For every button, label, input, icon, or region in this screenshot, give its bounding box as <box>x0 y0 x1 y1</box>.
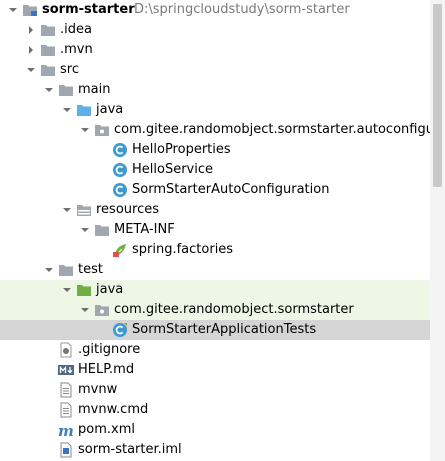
folder-icon <box>94 222 110 238</box>
svg-text:m: m <box>58 422 74 438</box>
tree-item-main[interactable]: main <box>0 80 430 100</box>
tree-item-meta-inf[interactable]: META-INF <box>0 220 430 240</box>
scrollbar-thumb[interactable] <box>433 4 442 187</box>
markdown-file-icon <box>58 362 74 378</box>
java-class-icon <box>112 142 128 158</box>
package-icon <box>94 122 110 138</box>
tree-item-gitignore[interactable]: .gitignore <box>0 340 430 360</box>
java-class-icon <box>112 162 128 178</box>
text-file-icon <box>58 402 74 418</box>
folder-icon <box>40 22 56 38</box>
tree-item-label: pom.xml <box>78 422 135 437</box>
tree-item-label: src <box>60 62 79 77</box>
tree-item-label: HelloService <box>132 162 213 177</box>
chevron-down-icon[interactable] <box>26 65 36 75</box>
tree-item-label: spring.factories <box>132 242 234 257</box>
source-root-folder-icon <box>76 102 92 118</box>
folder-icon <box>40 42 56 58</box>
tree-item-label: .mvn <box>60 42 93 57</box>
tree-item-label: java <box>96 282 124 297</box>
tree-item-sorm-starter[interactable]: sorm-starter D:\springcloudstudy\sorm-sta… <box>0 0 430 20</box>
chevron-down-icon[interactable] <box>44 265 54 275</box>
tree-item-sorm-starter-application-tests[interactable]: SormStarterApplicationTests <box>0 320 430 340</box>
tree-item-label: java <box>96 102 124 117</box>
tree-item-label: .idea <box>60 22 92 37</box>
tree-item-label: com.gitee.randomobject.sormstarter.autoc… <box>114 122 445 137</box>
tree-item-src[interactable]: src <box>0 60 430 80</box>
tree-item-main-java[interactable]: java <box>0 100 430 120</box>
module-folder-icon <box>22 2 38 18</box>
tree-item-label: sorm-starter <box>42 2 135 17</box>
chevron-down-icon[interactable] <box>80 305 90 315</box>
tree-item-mvnw-cmd[interactable]: mvnw.cmd <box>0 400 430 420</box>
tree-item-label: com.gitee.randomobject.sormstarter <box>114 302 354 317</box>
tree-item-label: HELP.md <box>78 362 135 377</box>
tree-item-sorm-starter-auto-configuration[interactable]: SormStarterAutoConfiguration <box>0 180 430 200</box>
tree-item-label: .gitignore <box>78 342 141 357</box>
tree-item-package-sormstarter[interactable]: com.gitee.randomobject.sormstarter <box>0 300 430 320</box>
tree-item-hello-properties[interactable]: HelloProperties <box>0 140 430 160</box>
chevron-right-icon[interactable] <box>26 45 36 55</box>
chevron-down-icon[interactable] <box>80 125 90 135</box>
gitignore-file-icon <box>58 342 74 358</box>
tree-item-hello-service[interactable]: HelloService <box>0 160 430 180</box>
folder-icon <box>40 62 56 78</box>
project-path: D:\springcloudstudy\sorm-starter <box>134 2 350 17</box>
tree-item-label: mvnw <box>78 382 118 397</box>
folder-icon <box>58 82 74 98</box>
tree-item-label: SormStarterAutoConfiguration <box>132 182 330 197</box>
java-test-class-icon <box>112 322 128 338</box>
tree-item-label: mvnw.cmd <box>78 402 149 417</box>
project-tree: sorm-starter D:\springcloudstudy\sorm-sta… <box>0 0 445 461</box>
chevron-down-icon[interactable] <box>44 85 54 95</box>
folder-icon <box>58 262 74 278</box>
tree-item-label: test <box>78 262 103 277</box>
tree-item-package-autoconfigure[interactable]: com.gitee.randomobject.sormstarter.autoc… <box>0 120 445 140</box>
chevron-down-icon[interactable] <box>80 225 90 235</box>
tree-item-label: SormStarterApplicationTests <box>132 322 317 337</box>
chevron-down-icon[interactable] <box>8 5 18 15</box>
tree-item-label: META-INF <box>114 222 175 237</box>
tree-item-spring-factories[interactable]: spring.factories <box>0 240 430 260</box>
tree-item-test[interactable]: test <box>0 260 430 280</box>
chevron-down-icon[interactable] <box>62 285 72 295</box>
java-class-icon <box>112 182 128 198</box>
tree-item-sorm-starter-iml[interactable]: sorm-starter.iml <box>0 440 430 460</box>
tree-item-test-java[interactable]: java <box>0 280 430 300</box>
tree-item-mvn[interactable]: .mvn <box>0 40 430 60</box>
spring-file-icon <box>112 242 128 258</box>
resources-folder-icon <box>76 202 92 218</box>
module-file-icon <box>58 442 74 458</box>
chevron-right-icon[interactable] <box>26 25 36 35</box>
tree-item-label: HelloProperties <box>132 142 231 157</box>
tree-item-help-md[interactable]: HELP.md <box>0 360 430 380</box>
chevron-down-icon[interactable] <box>62 205 72 215</box>
tree-item-pom-xml[interactable]: m pom.xml <box>0 420 430 440</box>
text-file-icon <box>58 382 74 398</box>
chevron-down-icon[interactable] <box>62 105 72 115</box>
tree-item-label: sorm-starter.iml <box>78 442 182 457</box>
tree-item-idea[interactable]: .idea <box>0 20 430 40</box>
test-root-folder-icon <box>76 282 92 298</box>
package-icon <box>94 302 110 318</box>
tree-item-label: main <box>78 82 111 97</box>
tree-item-resources[interactable]: resources <box>0 200 430 220</box>
tree-item-mvnw[interactable]: mvnw <box>0 380 430 400</box>
tree-item-label: resources <box>96 202 160 217</box>
maven-file-icon: m <box>58 422 74 438</box>
